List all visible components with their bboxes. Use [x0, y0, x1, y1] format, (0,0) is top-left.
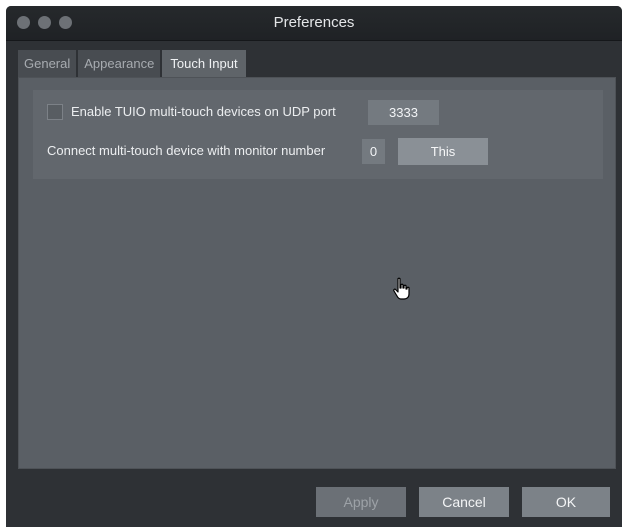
window-title: Preferences — [273, 14, 355, 31]
title-bar: Preferences — [6, 6, 622, 41]
hand-pointer-icon — [393, 277, 410, 300]
tab-appearance[interactable]: Appearance — [78, 50, 161, 77]
tab-general[interactable]: General — [18, 50, 77, 77]
touch-settings-group: Enable TUIO multi-touch devices on UDP p… — [33, 90, 603, 179]
tuio-enable-checkbox[interactable] — [47, 104, 63, 120]
apply-button[interactable]: Apply — [316, 487, 406, 517]
cancel-button[interactable]: Cancel — [419, 487, 509, 517]
preferences-window: Preferences General Appearance Touch Inp… — [6, 6, 622, 527]
tuio-enable-label: Enable TUIO multi-touch devices on UDP p… — [71, 104, 336, 119]
this-monitor-button[interactable]: This — [398, 138, 488, 165]
tab-bar: General Appearance Touch Input — [18, 50, 248, 77]
ok-button[interactable]: OK — [522, 487, 610, 517]
monitor-number-label: Connect multi-touch device with monitor … — [47, 143, 326, 158]
monitor-number-field[interactable]: 0 — [362, 139, 385, 164]
udp-port-field[interactable]: 3333 — [368, 100, 439, 125]
touch-input-panel: Enable TUIO multi-touch devices on UDP p… — [18, 77, 616, 469]
tab-touch-input[interactable]: Touch Input — [162, 50, 246, 77]
